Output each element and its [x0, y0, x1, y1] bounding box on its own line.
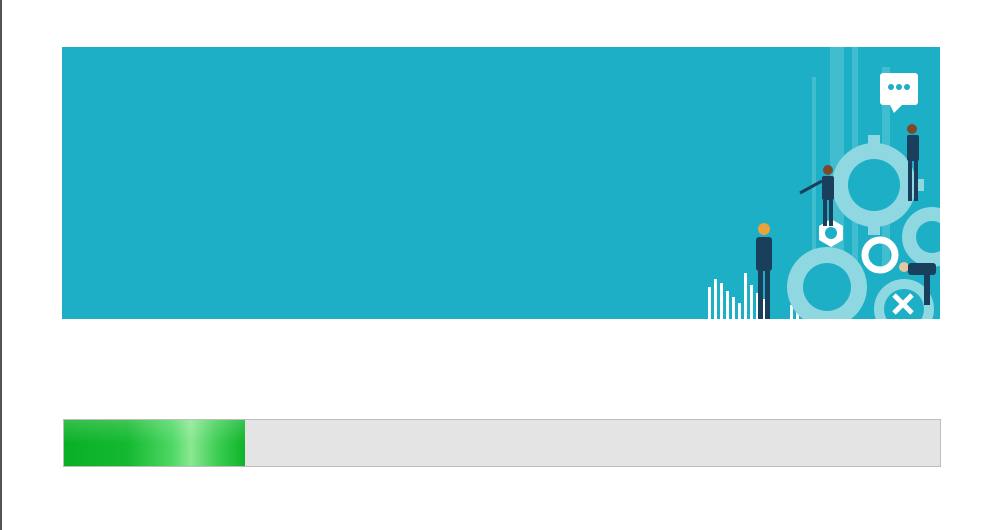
progress-bar-fill [64, 420, 246, 466]
businessperson-figure [799, 165, 834, 226]
header-banner [62, 47, 940, 319]
ring-icon [861, 236, 899, 274]
install-progress-bar [63, 419, 941, 467]
bar-chart-icon [708, 273, 799, 319]
installer-window [0, 0, 1002, 530]
banner-illustration [708, 47, 940, 319]
